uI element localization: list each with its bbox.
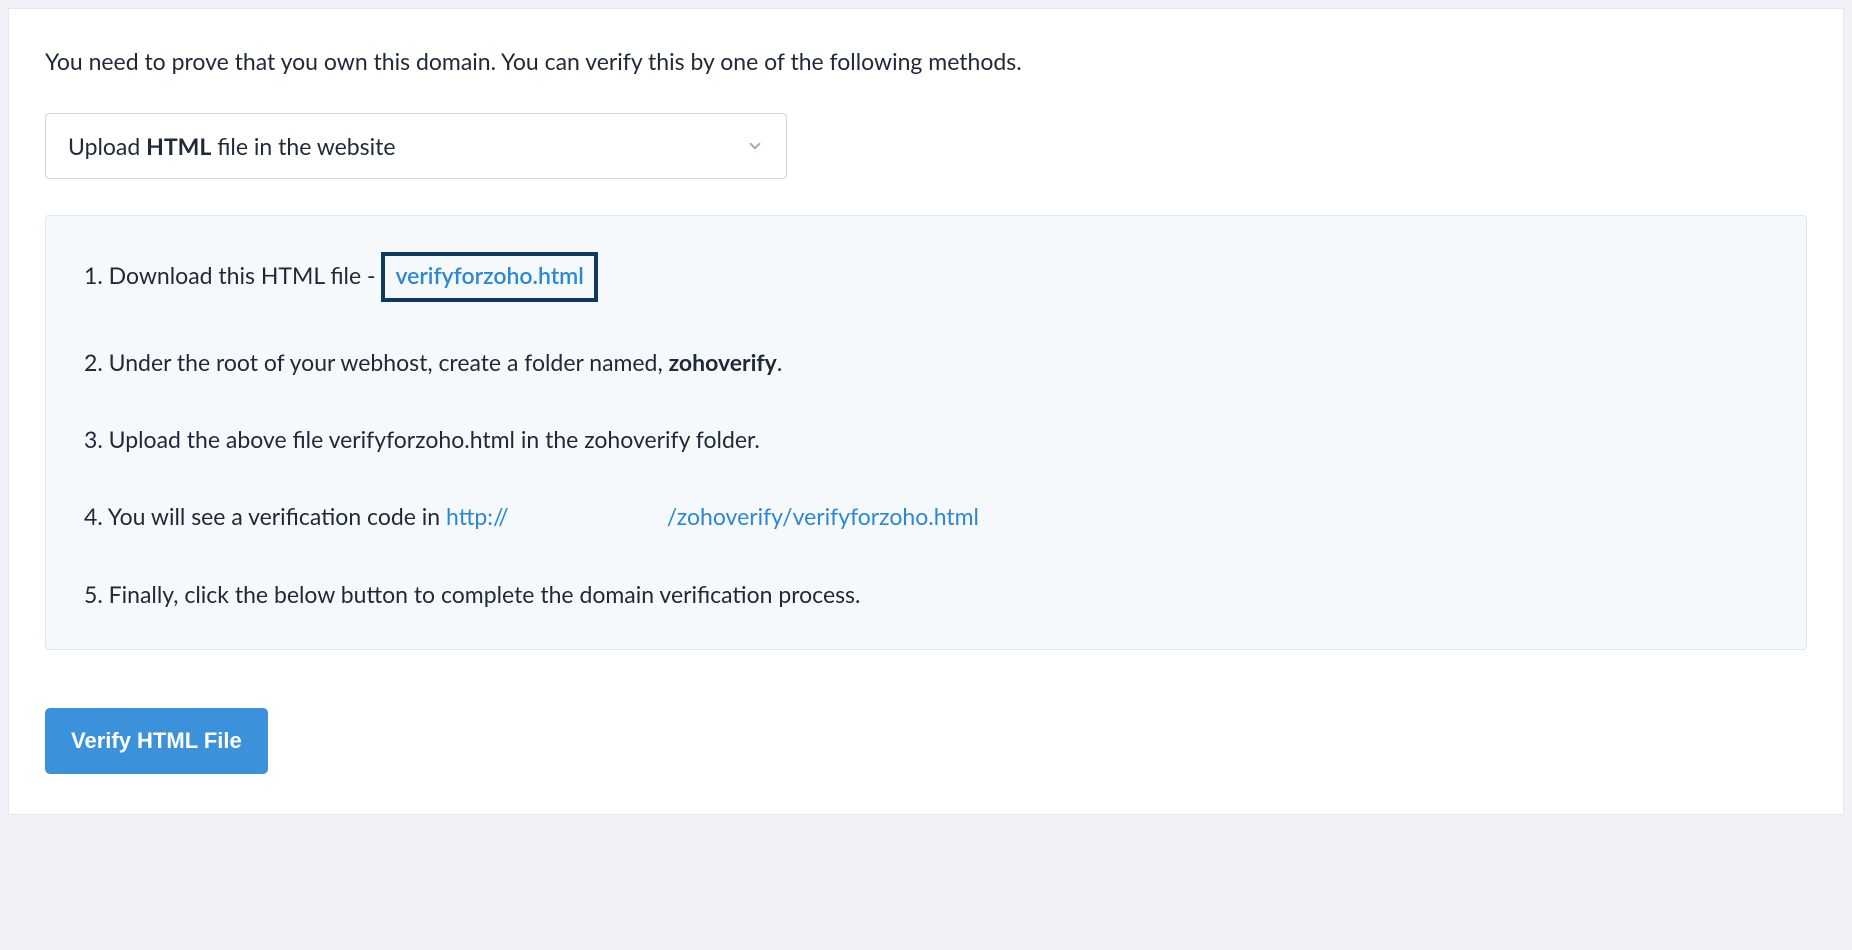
dropdown-label-suffix: file in the website (211, 132, 395, 160)
step-4: 4. You will see a verification code in h… (84, 500, 1768, 533)
download-file-link[interactable]: verifyforzoho.html (381, 252, 597, 302)
verification-url-link[interactable]: http:// /zohoverify/verifyforzoho.html (446, 502, 979, 530)
step-3: 3. Upload the above file verifyforzoho.h… (84, 423, 1768, 456)
intro-text: You need to prove that you own this doma… (45, 45, 1807, 77)
url-protocol: http:// (446, 502, 509, 530)
step-5: 5. Finally, click the below button to co… (84, 578, 1768, 611)
dropdown-label: Upload HTML file in the website (68, 132, 396, 160)
step-2: 2. Under the root of your webhost, creat… (84, 346, 1768, 379)
step-1: 1. Download this HTML file - verifyforzo… (84, 252, 1768, 302)
dropdown-label-bold: HTML (146, 132, 211, 160)
dropdown-label-prefix: Upload (68, 132, 146, 160)
verify-button[interactable]: Verify HTML File (45, 708, 268, 774)
chevron-down-icon (746, 137, 764, 155)
step-2-prefix: 2. Under the root of your webhost, creat… (84, 348, 669, 376)
verification-method-dropdown[interactable]: Upload HTML file in the website (45, 113, 787, 179)
instructions-box: 1. Download this HTML file - verifyforzo… (45, 215, 1807, 650)
url-path: /zohoverify/verifyforzoho.html (667, 502, 979, 530)
step-2-suffix: . (777, 348, 782, 376)
step-2-foldername: zohoverify (669, 348, 777, 376)
step-4-prefix: 4. You will see a verification code in (84, 502, 446, 530)
verification-panel: You need to prove that you own this doma… (8, 8, 1844, 815)
step-1-text: 1. Download this HTML file - (84, 261, 381, 289)
